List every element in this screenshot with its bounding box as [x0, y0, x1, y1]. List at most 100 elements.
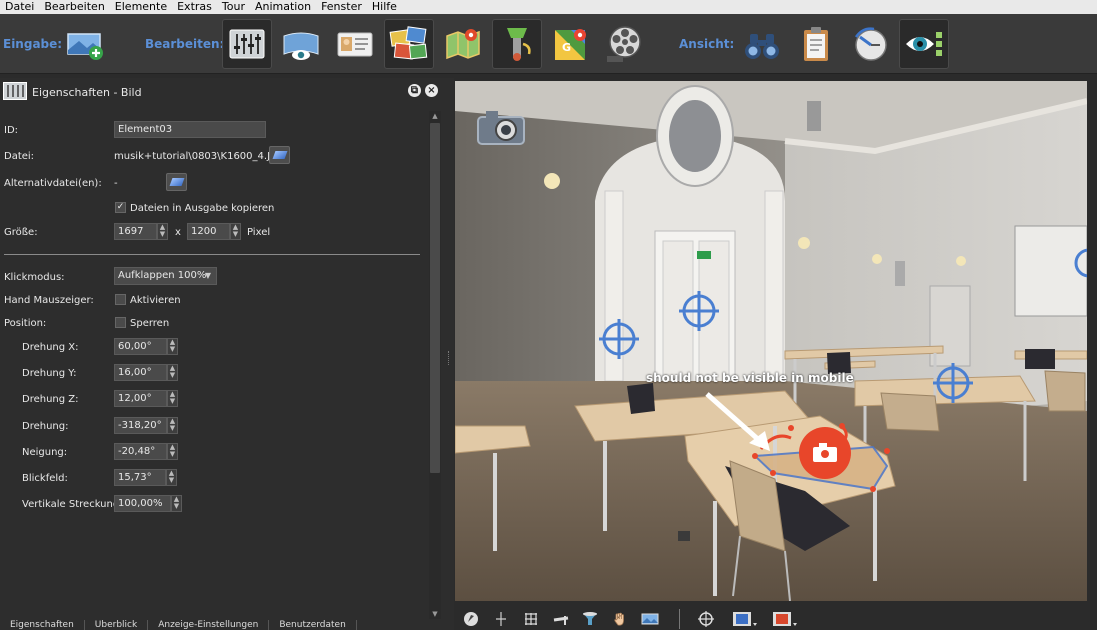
grid-icon — [525, 613, 537, 625]
position-checkbox[interactable] — [115, 317, 126, 328]
properties-icon — [3, 82, 27, 100]
user-data-button[interactable] — [330, 19, 380, 69]
neigung-spinner[interactable]: ▲ ▼ — [167, 443, 178, 460]
menu-extras[interactable]: Extras — [172, 0, 217, 14]
position-check-label: Sperren — [130, 318, 170, 329]
width-field[interactable]: 1697 — [114, 223, 157, 240]
properties-panel: Eigenschaften - Bild ⧉ × ID: Element03 D… — [0, 78, 444, 630]
blue-color-button[interactable] — [731, 611, 759, 627]
grid-button[interactable] — [522, 611, 540, 627]
film-reel-button[interactable] — [600, 19, 650, 69]
film-reel-icon — [607, 26, 641, 62]
properties-button[interactable] — [222, 19, 272, 69]
tab-eigenschaften[interactable]: Eigenschaften — [0, 620, 85, 630]
menu-animation[interactable]: Animation — [250, 0, 316, 14]
red-square-icon — [773, 612, 797, 626]
panorama-scene — [455, 81, 1087, 601]
panel-tabs: Eigenschaften Überblick Anzeige-Einstell… — [0, 620, 444, 630]
height-spinner[interactable]: ▲ ▼ — [230, 223, 241, 240]
alternativ-browse-button[interactable] — [166, 173, 187, 191]
menu-elemente[interactable]: Elemente — [110, 0, 172, 14]
drehung-y-spinner[interactable]: ▲ ▼ — [167, 364, 178, 381]
drehung-y-field[interactable]: 16,00° — [114, 364, 167, 381]
panel-scrollbar[interactable]: ▲ ▼ — [429, 111, 441, 619]
neigung-field[interactable]: -20,48° — [114, 443, 167, 460]
menu-tour[interactable]: Tour — [217, 0, 250, 14]
klickmodus-select[interactable]: Aufklappen 100% ▼ — [114, 267, 217, 285]
tab-benutzerdaten[interactable]: Benutzerdaten — [269, 620, 357, 630]
funnel-icon — [583, 612, 597, 625]
folder-icon — [272, 151, 287, 159]
map-button[interactable] — [438, 19, 488, 69]
drehung-x-field[interactable]: 60,00° — [114, 338, 167, 355]
streckung-field[interactable]: 100,00% — [114, 495, 171, 512]
compass-tool-button[interactable] — [462, 611, 480, 627]
target-button[interactable] — [697, 611, 715, 627]
blickfeld-label: Blickfeld: — [22, 473, 68, 484]
google-maps-button[interactable]: G — [546, 19, 596, 69]
viewer-toolbar — [455, 606, 1087, 630]
blickfeld-field[interactable]: 15,73° — [114, 469, 166, 486]
float-panel-icon[interactable]: ⧉ — [408, 84, 421, 97]
ruler-button[interactable] — [552, 611, 570, 627]
id-field[interactable]: Element03 — [114, 121, 266, 138]
width-spinner[interactable]: ▲ ▼ — [157, 223, 168, 240]
folder-icon — [169, 178, 184, 186]
panorama-viewer[interactable]: should not be visible in mobile — [455, 81, 1087, 601]
blickfeld-spinner[interactable]: ▲ ▼ — [166, 469, 177, 486]
clipboard-button[interactable] — [791, 19, 841, 69]
drehung-x-spinner[interactable]: ▲ ▼ — [167, 338, 178, 355]
binoculars-button[interactable] — [737, 19, 787, 69]
drehung-label: Drehung: — [22, 421, 69, 432]
groesse-label: Größe: — [4, 227, 38, 238]
unit-label: Pixel — [247, 227, 271, 238]
compass-button[interactable] — [845, 19, 895, 69]
drehung-z-field[interactable]: 12,00° — [114, 390, 167, 407]
menu-hilfe[interactable]: Hilfe — [367, 0, 402, 14]
tab-ueberblick[interactable]: Überblick — [85, 620, 149, 630]
menu-bearbeiten[interactable]: Bearbeiten — [39, 0, 109, 14]
drehung-z-spinner[interactable]: ▲ ▼ — [167, 390, 178, 407]
crosshair-line-icon — [496, 612, 506, 626]
scroll-up-icon[interactable]: ▲ — [429, 111, 441, 121]
scroll-thumb[interactable] — [430, 123, 440, 473]
crosshair-line-button[interactable] — [492, 611, 510, 627]
image-tool-button[interactable] — [641, 611, 659, 627]
menu-fenster[interactable]: Fenster — [316, 0, 367, 14]
id-label: ID: — [4, 125, 19, 136]
alternativ-value: - — [114, 178, 118, 189]
drehung-spinner[interactable]: ▲ ▼ — [167, 417, 178, 434]
datei-browse-button[interactable] — [269, 146, 290, 164]
copy-files-label: Dateien in Ausgabe kopieren — [130, 203, 275, 214]
times-sign: x — [175, 227, 181, 238]
google-maps-icon: G — [555, 29, 586, 60]
viewing-parameters-icon — [283, 32, 319, 60]
streckung-spinner[interactable]: ▲ ▼ — [171, 495, 182, 512]
funnel-button[interactable] — [581, 611, 599, 627]
ansicht-label: Ansicht: — [679, 37, 735, 51]
guided-tour-button[interactable] — [492, 19, 542, 69]
copy-files-checkbox[interactable]: ✓ — [115, 202, 126, 213]
close-icon[interactable]: × — [425, 84, 438, 97]
red-color-button[interactable] — [771, 611, 799, 627]
panorama-add-button[interactable] — [60, 19, 110, 69]
menu-datei[interactable]: Datei — [0, 0, 39, 14]
viewing-parameters-button[interactable] — [276, 19, 326, 69]
drehung-field[interactable]: -318,20° — [114, 417, 167, 434]
panel-splitter[interactable] — [444, 78, 454, 630]
drehung-z-label: Drehung Z: — [22, 394, 79, 405]
eye-icon — [906, 32, 942, 56]
chevron-down-icon: ▼ — [204, 271, 211, 280]
position-label: Position: — [4, 318, 47, 329]
tab-anzeige-einstellungen[interactable]: Anzeige-Einstellungen — [148, 620, 270, 630]
menu-bar: Datei Bearbeiten Elemente Extras Tour An… — [0, 0, 1097, 14]
images-button[interactable] — [384, 19, 434, 69]
height-field[interactable]: 1200 — [187, 223, 230, 240]
eye-button[interactable] — [899, 19, 949, 69]
drehung-y-label: Drehung Y: — [22, 368, 77, 379]
hand-checkbox[interactable] — [115, 294, 126, 305]
hand-button[interactable] — [611, 611, 629, 627]
hand-check-label: Aktivieren — [130, 295, 181, 306]
scroll-down-icon[interactable]: ▼ — [429, 609, 441, 619]
map-icon — [446, 29, 480, 60]
